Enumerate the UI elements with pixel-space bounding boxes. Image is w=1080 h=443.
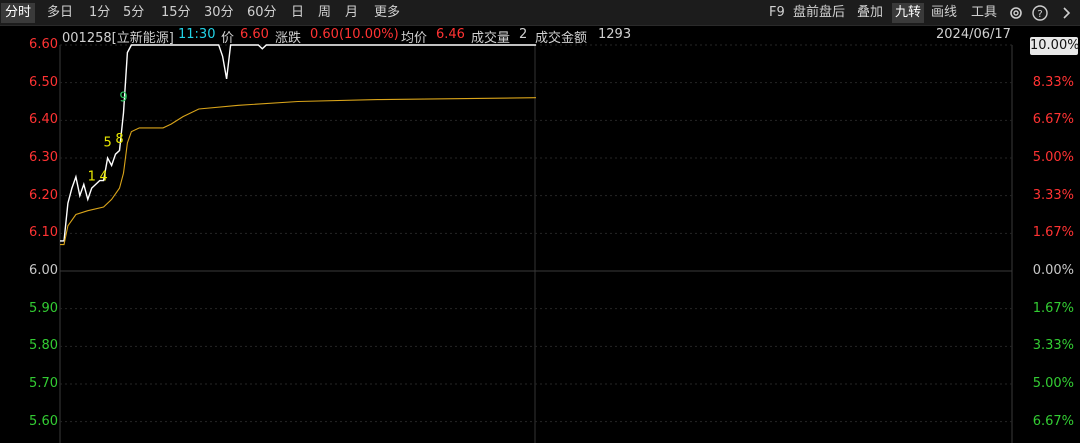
pct-tick-label: 1.67% — [1032, 300, 1074, 316]
pct-tick-label: 1.67% — [1032, 225, 1074, 241]
y-tick-label: 6.40 — [29, 112, 58, 128]
avg-line — [60, 97, 537, 246]
y-tick-label: 5.70 — [29, 376, 58, 391]
pct-tick-label: 3.33% — [1032, 187, 1074, 203]
pct-tick-label: 0.00% — [1032, 263, 1074, 278]
y-tick-label: 6.30 — [29, 150, 58, 165]
price-line — [60, 44, 536, 242]
y-tick-label: 5.90 — [29, 300, 58, 316]
y-tick-label: 6.10 — [29, 225, 58, 241]
y-tick-label: 5.60 — [29, 413, 58, 429]
nine-turn-label: 8 — [115, 132, 123, 147]
y-tick-label: 6.50 — [29, 74, 58, 90]
nine-turn-label: 5 — [103, 136, 111, 151]
nine-turn-label: 1 — [88, 170, 96, 185]
pct-tick-label: 6.67% — [1032, 112, 1074, 128]
pct-tick-label: 5.00% — [1032, 376, 1074, 391]
y-tick-label: 6.20 — [29, 187, 58, 203]
pct-tick-label: 8.33% — [1032, 74, 1074, 90]
y-tick-label: 5.80 — [29, 338, 58, 354]
y-tick-label: 6.00 — [29, 263, 58, 278]
pct-tick-label: 3.33% — [1032, 338, 1074, 354]
pct-tick-label: 5.00% — [1032, 150, 1074, 165]
current-pct-badge: 10.00% — [1030, 37, 1080, 55]
nine-turn-label: 9 — [119, 91, 127, 106]
y-tick-label: 6.60 — [29, 37, 58, 52]
nine-turn-label: 4 — [99, 170, 107, 185]
pct-tick-label: 6.67% — [1032, 413, 1074, 429]
intraday-chart[interactable]: 1 4 5 8 9 — [0, 0, 1080, 443]
